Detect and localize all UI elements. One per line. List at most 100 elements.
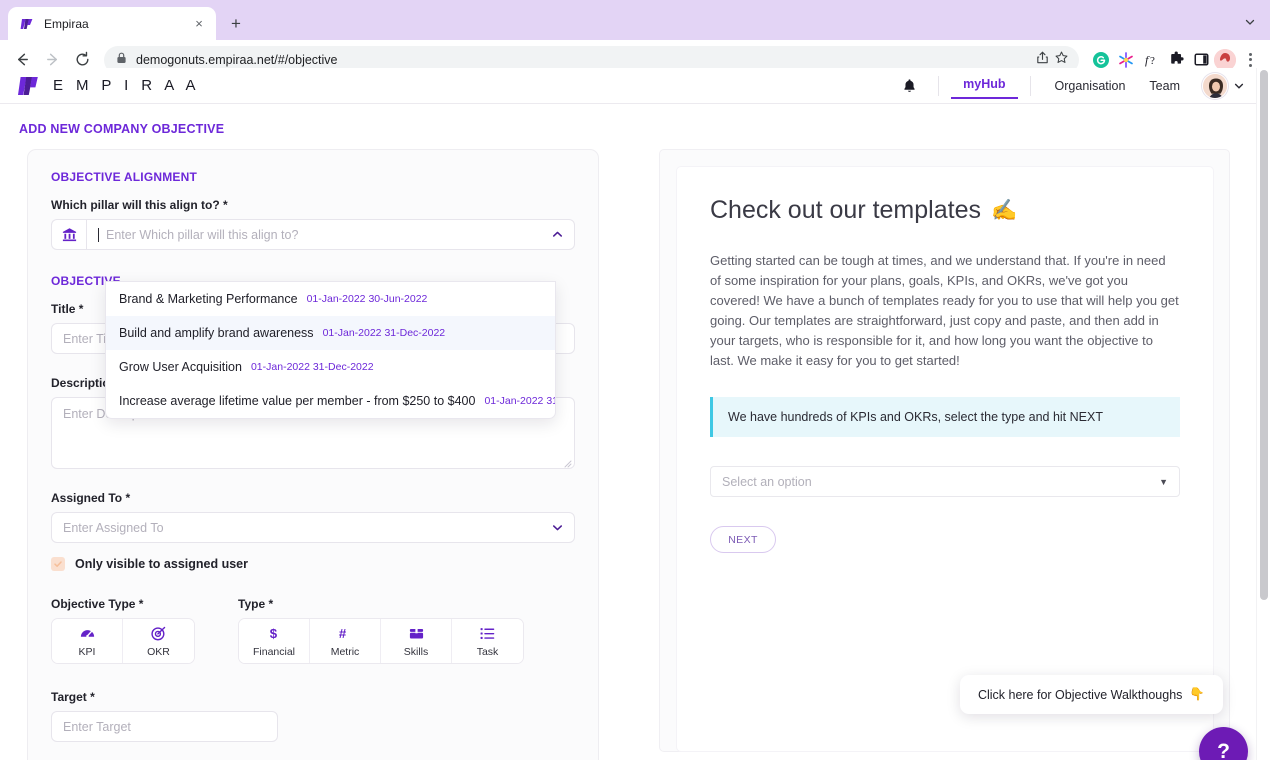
walkthrough-tip-text: Click here for Objective Walkthoughs [977,687,1183,702]
pillar-option-name: Build and amplify brand awareness [119,326,314,340]
templates-outer-panel: Check out our templates ✍️ Getting start… [659,149,1230,752]
omnibox-actions [1035,50,1069,70]
objective-form-card: OBJECTIVE ALIGNMENT Which pillar will th… [27,149,599,760]
avatar[interactable] [1202,72,1228,99]
walkthrough-tip-bubble[interactable]: Click here for Objective Walkthoughs 👇 [959,675,1223,714]
resize-handle-icon[interactable] [563,457,572,468]
type-task[interactable]: Task [452,619,523,663]
svg-text:$: $ [269,626,277,641]
pillar-option-dates: 01-Jan-2022 31-Dec-2022 [250,361,374,373]
objective-type-label: Objective Type * [51,597,144,611]
app-logo-text: E M P I R A A [53,77,200,94]
share-icon[interactable] [1035,50,1050,70]
pillar-dropdown[interactable]: Brand & Marketing Performance 01-Jan-202… [105,281,556,419]
nav-link-organisation[interactable]: Organisation [1043,73,1138,99]
dollar-sign-icon: $ [267,625,282,642]
pillar-option-1[interactable]: Build and amplify brand awareness 01-Jan… [106,316,555,350]
pillar-option-dates: 01-Jan-2022 31-Dec-2022 [484,395,555,407]
only-visible-row[interactable]: Only visible to assigned user [51,557,575,571]
templates-title: Check out our templates [710,196,981,224]
pillar-option-0[interactable]: Brand & Marketing Performance 01-Jan-202… [106,282,555,316]
chevron-up-icon[interactable] [551,228,564,241]
pillar-option-2[interactable]: Grow User Acquisition 01-Jan-2022 31-Dec… [106,350,555,384]
chevron-down-icon[interactable] [1228,80,1250,92]
target-label: Target * [51,690,95,704]
target-icon [150,625,167,642]
type-financial[interactable]: $ Financial [239,619,310,663]
objective-type-group: KPI OKR [51,618,195,664]
lock-icon [116,51,127,69]
pillar-placeholder: Enter Which pillar will this align to? [106,227,299,242]
toolbox-icon [408,625,425,642]
pillar-option-name: Brand & Marketing Performance [119,292,298,306]
pillar-option-dates: 01-Jan-2022 30-Jun-2022 [306,293,428,305]
assigned-to-input[interactable]: Enter Assigned To [51,512,575,543]
assigned-to-placeholder: Enter Assigned To [63,520,164,535]
scrollbar-thumb[interactable] [1260,70,1268,600]
nav-divider [1029,75,1031,96]
page-scrollbar[interactable] [1256,68,1270,760]
target-placeholder: Enter Target [63,719,131,734]
type-metric-label: Metric [330,645,360,658]
close-icon[interactable]: × [190,15,208,33]
templates-panel: Check out our templates ✍️ Getting start… [677,167,1213,751]
tab-strip: Empiraa × + [0,0,1270,40]
type-group: $ Financial # Metric Skills Task [238,618,524,664]
objective-type-group-wrap: Objective Type * KPI OKR [51,597,195,664]
empiraa-logo-icon [18,75,44,97]
only-visible-label: Only visible to assigned user [75,557,248,571]
window-chevron-down-icon[interactable] [1236,8,1264,36]
pillar-field[interactable]: Enter Which pillar will this align to? [51,219,575,250]
only-visible-checkbox[interactable] [51,557,65,571]
url-text: demogonuts.empiraa.net/#/objective [136,52,338,67]
objective-type-kpi-label: KPI [78,645,96,658]
templates-body: Getting started can be tough at times, a… [710,253,1179,368]
objective-type-okr[interactable]: OKR [123,619,194,663]
new-tab-button[interactable]: + [222,9,250,37]
caret-down-icon[interactable]: ▼ [1159,477,1168,487]
tab-title: Empiraa [44,16,89,31]
templates-callout: We have hundreds of KPIs and OKRs, selec… [710,397,1180,437]
pillar-option-3[interactable]: Increase average lifetime value per memb… [106,384,555,418]
star-icon[interactable] [1054,50,1069,70]
empiraa-logo-icon [20,16,36,32]
page-viewport: E M P I R A A myHub Organisation Team AD… [0,68,1270,760]
type-skills-label: Skills [403,645,429,658]
templates-select-placeholder: Select an option [722,474,812,489]
type-metric[interactable]: # Metric [310,619,381,663]
type-task-label: Task [476,645,499,658]
pillar-option-dates: 01-Jan-2022 31-Dec-2022 [322,327,446,339]
writing-hand-icon: ✍️ [990,198,1018,222]
chevron-down-icon[interactable] [551,521,564,534]
app-nav: myHub Organisation Team [892,72,1250,99]
next-button[interactable]: NEXT [710,526,776,553]
type-selectors: Objective Type * KPI OKR Type * $ Financ… [51,597,575,664]
nav-divider [938,75,940,96]
svg-text:?: ? [1150,55,1155,67]
list-icon [479,625,496,642]
type-skills[interactable]: Skills [381,619,452,663]
browser-tab[interactable]: Empiraa × [8,7,216,40]
objective-type-okr-label: OKR [147,645,170,658]
objective-type-kpi[interactable]: KPI [52,619,123,663]
notifications-bell-icon[interactable] [892,73,926,99]
nav-link-myhub[interactable]: myHub [951,73,1018,99]
page-title: ADD NEW COMPANY OBJECTIVE [19,122,225,136]
pillar-option-name: Increase average lifetime value per memb… [119,394,476,408]
speedometer-gauge-icon [79,625,96,642]
assigned-to-label: Assigned To * [51,491,131,505]
templates-select[interactable]: Select an option ▼ [710,466,1180,497]
right-column: Check out our templates ✍️ Getting start… [628,149,1230,760]
hash-icon: # [337,625,353,642]
left-column: OBJECTIVE ALIGNMENT Which pillar will th… [0,149,628,760]
empiraa-logo[interactable]: E M P I R A A [18,75,200,97]
section-title-alignment: OBJECTIVE ALIGNMENT [51,170,198,184]
templates-title-row: Check out our templates ✍️ [710,196,1180,225]
pillar-input[interactable]: Enter Which pillar will this align to? [86,219,575,250]
type-group-wrap: Type * $ Financial # Metric Skills Task [238,597,524,664]
app-header: E M P I R A A myHub Organisation Team [0,68,1270,104]
nav-link-team[interactable]: Team [1137,73,1192,99]
pillar-option-name: Grow User Acquisition [119,360,242,374]
target-input[interactable]: Enter Target [51,711,278,742]
svg-text:#: # [339,626,347,641]
